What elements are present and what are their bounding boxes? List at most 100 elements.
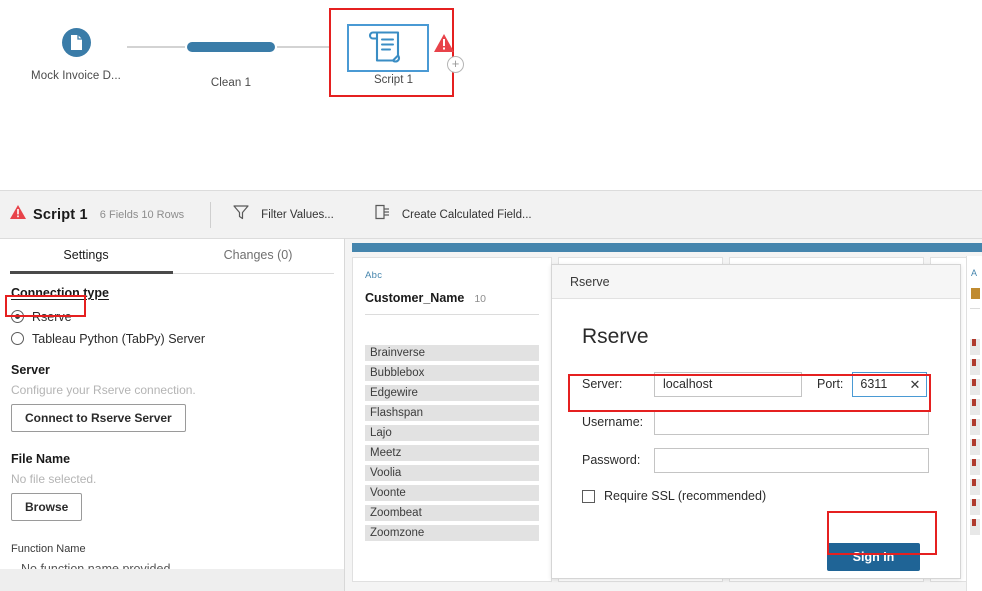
list-item[interactable] (970, 459, 980, 475)
field-row-count: 6 Fields 10 Rows (99, 208, 185, 221)
field-divider-partial (970, 308, 980, 309)
list-item[interactable]: Voolia (365, 465, 539, 481)
port-input[interactable] (853, 373, 898, 395)
server-note: Configure your Rserve connection. (11, 383, 196, 397)
list-item[interactable]: Zoomzone (365, 525, 539, 541)
file-name-heading: File Name (11, 452, 71, 466)
list-item[interactable] (970, 499, 980, 515)
field-distinct-count: 10 (474, 293, 487, 305)
connect-to-rserve-server-button[interactable]: Connect to Rserve Server (11, 404, 186, 432)
password-row: Password: (582, 447, 930, 473)
radio-label-rserve: Rserve (32, 309, 72, 324)
field-type-label: Abc (365, 270, 383, 281)
port-field-label: Port: (817, 377, 844, 391)
flow-node-script-selection-highlight: + Script 1 (329, 8, 464, 97)
file-name-section: File Name No file selected. Browse (11, 452, 332, 521)
field-header: Customer_Name 10 (365, 291, 539, 305)
connection-type-heading: Connection type (11, 286, 109, 300)
list-item[interactable] (970, 399, 980, 415)
field-name-partial (971, 288, 980, 299)
list-item[interactable]: Voonte (365, 485, 539, 501)
calculated-field-icon (374, 204, 390, 225)
list-item[interactable]: Brainverse (365, 345, 539, 361)
warning-triangle-icon (10, 205, 26, 224)
list-item[interactable] (970, 339, 980, 355)
field-type-label-partial: A (971, 268, 978, 278)
username-row: Username: (582, 409, 930, 435)
port-input-wrapper[interactable]: ✕ (852, 371, 928, 397)
close-icon[interactable]: ✕ (910, 376, 921, 394)
profile-card-partial-right[interactable]: A (966, 256, 982, 591)
radio-option-rserve[interactable]: Rserve (11, 306, 332, 327)
filter-funnel-icon (233, 204, 249, 225)
server-port-row: Server: Port: ✕ (582, 371, 930, 397)
settings-panel: Settings Changes (0) Connection type Rse… (0, 238, 345, 591)
list-item[interactable]: Lajo (365, 425, 539, 441)
list-item[interactable]: Bubblebox (365, 365, 539, 381)
field-value-list: Brainverse Bubblebox Edgewire Flashspan … (365, 345, 539, 541)
radio-icon-tabpy[interactable] (11, 332, 24, 345)
require-ssl-row[interactable]: Require SSL (recommended) (582, 489, 930, 503)
dialog-body: Rserve Server: Port: ✕ Username: Passwor… (552, 299, 960, 571)
list-item[interactable]: Zoombeat (365, 505, 539, 521)
filter-values-button[interactable]: Filter Values... (233, 204, 334, 225)
server-input[interactable] (654, 371, 802, 397)
page-title: Script 1 (33, 206, 88, 223)
flow-node-clean[interactable]: Clean 1 (186, 34, 276, 89)
flow-connector-2 (277, 46, 334, 48)
list-item[interactable]: Edgewire (365, 385, 539, 401)
dialog-titlebar-text: Rserve (570, 274, 610, 289)
step-toolbar: Script 1 6 Fields 10 Rows Filter Values.… (0, 190, 982, 238)
flow-node-input-label: Mock Invoice D... (31, 70, 121, 82)
list-item[interactable] (970, 359, 980, 375)
toolbar-divider (210, 201, 212, 228)
server-heading: Server (11, 363, 50, 377)
require-ssl-label: Require SSL (recommended) (604, 489, 767, 503)
create-calculated-field-button[interactable]: Create Calculated Field... (374, 204, 532, 225)
flow-pane: Mock Invoice D... Clean 1 + Script 1 (0, 0, 982, 190)
dialog-heading: Rserve (582, 325, 649, 348)
settings-tabs: Settings Changes (0) (0, 239, 344, 274)
browse-button[interactable]: Browse (11, 493, 83, 521)
settings-body: Connection type Rserve Tableau Python (T… (0, 274, 344, 584)
profile-card-inner: Abc Customer_Name 10 Brainverse Bubblebo… (353, 258, 551, 541)
profile-accent-bar (352, 243, 982, 252)
toolbar-title-group: Script 1 6 Fields 10 Rows (0, 205, 184, 224)
server-field-label: Server: (582, 377, 623, 391)
settings-panel-footer (0, 569, 344, 591)
file-icon (61, 28, 91, 57)
clean-step-bar (187, 42, 275, 52)
flow-node-script[interactable]: + (347, 24, 464, 73)
list-item[interactable] (970, 379, 980, 395)
sign-in-button[interactable]: Sign In (827, 543, 920, 571)
script-scroll-icon (368, 29, 408, 68)
rserve-connection-dialog: Rserve Rserve Server: Port: ✕ Username: … (551, 264, 961, 579)
add-step-button[interactable]: + (447, 56, 464, 73)
tab-settings[interactable]: Settings (0, 239, 172, 274)
list-item[interactable] (970, 519, 980, 535)
password-input[interactable] (654, 447, 929, 473)
password-field-label: Password: (582, 453, 641, 467)
list-item[interactable] (970, 479, 980, 495)
create-calculated-field-label: Create Calculated Field... (401, 208, 532, 221)
flow-node-input[interactable]: Mock Invoice D... (30, 28, 122, 82)
flow-node-clean-label: Clean 1 (210, 77, 252, 89)
username-field-label: Username: (582, 415, 644, 429)
username-input[interactable] (654, 409, 929, 435)
checkbox-icon-require-ssl[interactable] (582, 489, 595, 503)
list-item[interactable]: Flashspan (365, 405, 539, 421)
radio-icon-rserve[interactable] (11, 310, 24, 323)
flow-connector-1 (127, 46, 185, 48)
radio-option-tabpy[interactable]: Tableau Python (TabPy) Server (11, 328, 332, 349)
profile-card-customer-name[interactable]: Abc Customer_Name 10 Brainverse Bubblebo… (352, 257, 552, 582)
tab-changes[interactable]: Changes (0) (172, 239, 344, 274)
field-name-label: Customer_Name (365, 291, 465, 305)
function-name-heading: Function Name (11, 543, 86, 555)
field-value-list-partial (967, 339, 982, 535)
list-item[interactable] (970, 439, 980, 455)
dialog-titlebar: Rserve (552, 265, 960, 299)
list-item[interactable] (970, 419, 980, 435)
radio-label-tabpy: Tableau Python (TabPy) Server (32, 331, 206, 346)
filter-values-label: Filter Values... (261, 208, 334, 221)
list-item[interactable]: Meetz (365, 445, 539, 461)
